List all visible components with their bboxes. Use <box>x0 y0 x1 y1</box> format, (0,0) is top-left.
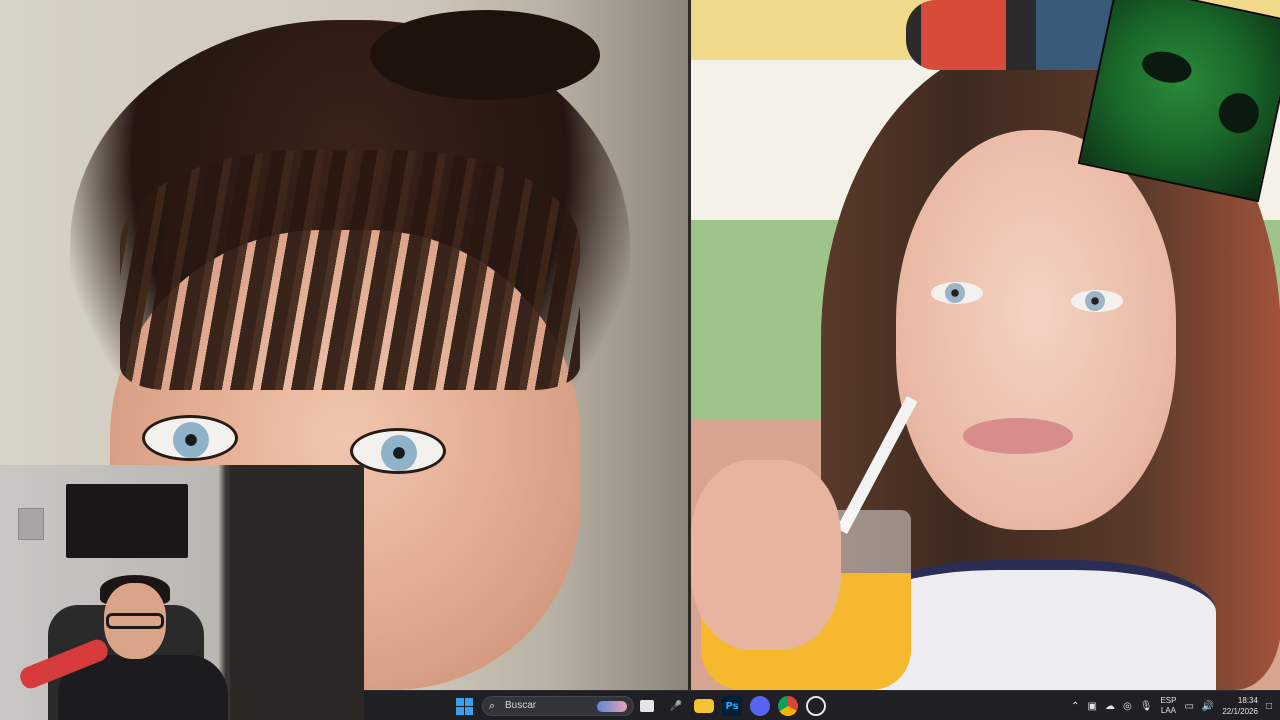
cloud-icon[interactable]: ☁ <box>1105 701 1115 712</box>
search-highlight-icon <box>597 701 627 712</box>
language-indicator[interactable]: ESP LAA <box>1160 696 1176 716</box>
clock[interactable]: 18:34 22/1/2026 <box>1222 695 1258 717</box>
left-bangs <box>120 150 580 390</box>
tray-app-icon[interactable]: ▣ <box>1088 701 1097 712</box>
system-tray: ⌃ ▣ ☁ ◎ 🎙 ESP LAA ▭ 🔊 18:34 22/1/2026 □ <box>1071 691 1272 720</box>
task-view-icon[interactable] <box>640 700 654 712</box>
wall-switch <box>18 508 44 540</box>
left-photo-eye-2 <box>350 428 446 474</box>
folder-icon[interactable] <box>694 699 714 713</box>
notification-icon[interactable]: □ <box>1266 701 1272 712</box>
taskbar-search[interactable]: ⌕ Buscar <box>482 696 634 716</box>
windows-start-icon[interactable] <box>454 696 474 716</box>
search-icon: ⌕ <box>489 699 496 712</box>
glasses <box>106 613 164 629</box>
network-icon[interactable]: ◎ <box>1123 701 1132 712</box>
app-icon[interactable] <box>806 696 826 716</box>
wall-tv <box>66 484 188 558</box>
right-photo-eye-1 <box>931 282 983 304</box>
clock-time: 18:34 <box>1237 696 1258 705</box>
discord-icon[interactable] <box>750 696 770 716</box>
display-icon[interactable]: ▭ <box>1184 701 1193 712</box>
windows-taskbar: ⌕ Buscar 🎤 Ps ⌃ ▣ ☁ ◎ 🎙 ESP LAA ▭ 🔊 18:3… <box>364 690 1280 720</box>
left-photo-eye-1 <box>142 415 238 461</box>
hand <box>691 460 841 650</box>
right-photo-eye-2 <box>1071 290 1123 312</box>
photoshop-icon[interactable]: Ps <box>722 696 742 716</box>
mic-tray-icon[interactable]: 🎙 <box>1140 701 1153 712</box>
right-face <box>896 130 1176 530</box>
volume-icon[interactable]: 🔊 <box>1202 701 1214 712</box>
video-frame: ⌕ Buscar 🎤 Ps ⌃ ▣ ☁ ◎ 🎙 ESP LAA ▭ 🔊 18:3… <box>0 0 1280 720</box>
search-input[interactable]: Buscar <box>505 700 536 711</box>
webcam-overlay <box>0 465 364 720</box>
microphone-app-icon[interactable]: 🎤 <box>666 696 686 716</box>
chrome-icon[interactable] <box>778 696 798 716</box>
clock-date: 22/1/2026 <box>1222 707 1258 716</box>
lips <box>963 418 1073 454</box>
closet <box>228 465 364 720</box>
chevron-up-icon[interactable]: ⌃ <box>1071 701 1079 712</box>
hair-bun <box>370 10 600 100</box>
